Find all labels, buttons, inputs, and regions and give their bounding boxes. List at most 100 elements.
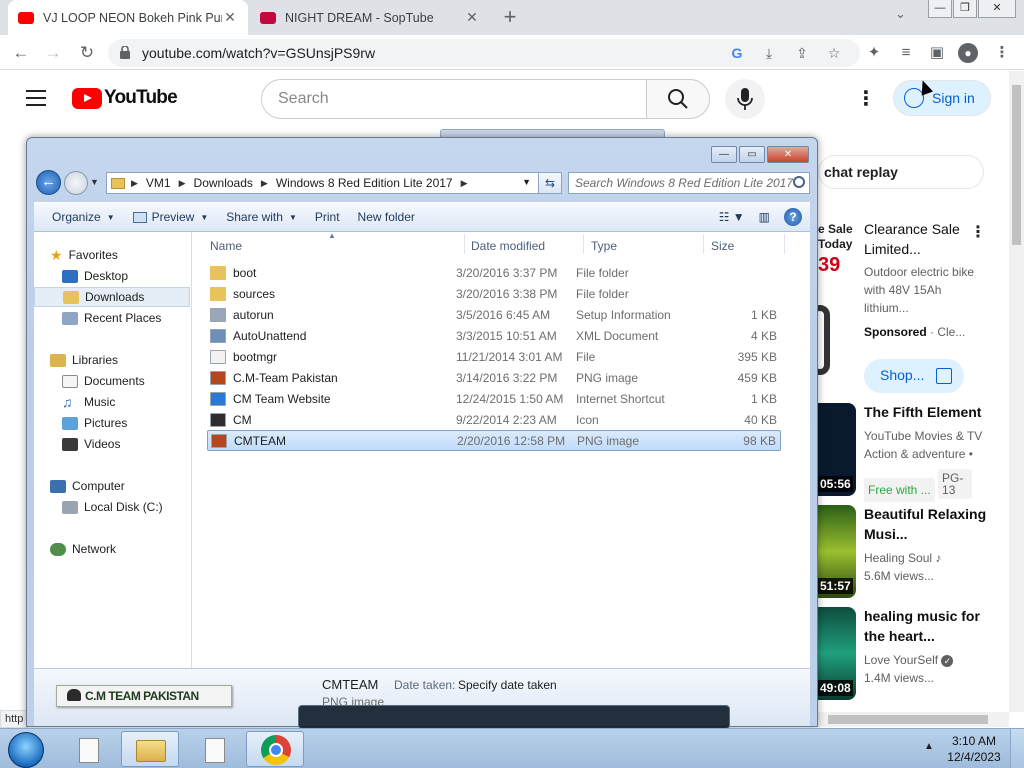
taskbar-chrome[interactable] [246, 731, 304, 767]
file-row[interactable]: AutoUnattend 3/3/2015 10:51 AM XML Documen… [207, 325, 781, 346]
file-row[interactable]: sources 3/20/2016 3:38 PM File folder [207, 283, 781, 304]
share-icon[interactable]: ⇪ [793, 44, 811, 62]
voice-search-button[interactable] [725, 79, 765, 119]
back-icon[interactable]: ← [10, 42, 32, 64]
search-button[interactable] [646, 79, 710, 119]
column-header-date[interactable]: Date modified [471, 239, 545, 253]
nav-recent-places[interactable]: Recent Places [62, 308, 161, 328]
nav-libraries[interactable]: Libraries [50, 350, 118, 370]
view-options-icon[interactable]: ☷ ▼ [719, 210, 745, 224]
tab-soptube[interactable]: NIGHT DREAM - SopTube ✕ [250, 0, 490, 35]
nav-local-disk[interactable]: Local Disk (C:) [62, 497, 163, 517]
nav-network[interactable]: Network [50, 539, 116, 559]
forward-icon[interactable]: → [42, 42, 64, 64]
file-row[interactable]: C.M-Team Pakistan 3/14/2016 3:22 PM PNG im… [207, 367, 781, 388]
minimize-button[interactable]: — [711, 146, 737, 163]
show-desktop-button[interactable] [1010, 729, 1024, 768]
file-row[interactable]: CM 9/22/2014 2:23 AM Icon 40 KB [207, 409, 781, 430]
share-with-button[interactable]: Share with ▼ [226, 210, 297, 224]
breadcrumb[interactable]: Downloads [194, 176, 253, 190]
help-icon[interactable]: ? [784, 208, 802, 226]
video-title[interactable]: healing music for the heart... [864, 606, 989, 646]
nav-documents[interactable]: Documents [62, 371, 145, 391]
tab-youtube[interactable]: VJ LOOP NEON Bokeh Pink Purpl ✕ [8, 0, 248, 35]
address-dropdown-icon[interactable]: ▼ [522, 177, 531, 187]
column-header-size[interactable]: Size [711, 239, 734, 253]
sign-in-button[interactable]: Sign in [893, 80, 991, 116]
shop-button[interactable]: Shop... [864, 359, 964, 393]
taskbar-notepad[interactable] [58, 731, 116, 767]
start-button[interactable] [8, 732, 44, 768]
close-tab-icon[interactable]: ✕ [222, 9, 238, 26]
extensions-icon[interactable]: ✦ [864, 43, 884, 63]
search-input[interactable]: Search [261, 79, 647, 119]
menu-icon[interactable] [26, 90, 46, 106]
file-row[interactable]: autorun 3/5/2016 6:45 AM Setup Information… [207, 304, 781, 325]
breadcrumb[interactable]: VM1 [146, 176, 171, 190]
scrollbar-thumb[interactable] [1012, 85, 1021, 245]
nav-favorites[interactable]: ★ Favorites [50, 245, 118, 265]
column-divider[interactable] [464, 234, 465, 254]
address-bar[interactable]: ▶ VM1 ▶ Downloads ▶ Windows 8 Red Editio… [106, 172, 562, 194]
date-taken-value[interactable]: Specify date taken [458, 678, 557, 692]
close-button[interactable]: ✕ [767, 146, 809, 163]
video-thumbnail[interactable]: 51:57 [818, 505, 856, 598]
search-input[interactable]: Search Windows 8 Red Edition Lite 2017 [568, 172, 810, 194]
side-panel-icon[interactable]: ▣ [927, 43, 947, 63]
bookmark-star-icon[interactable]: ☆ [825, 44, 843, 62]
close-tab-icon[interactable]: ✕ [464, 9, 480, 26]
more-actions-icon[interactable]: ⋮ [970, 222, 986, 242]
google-lens-icon[interactable]: G [728, 44, 746, 62]
file-row[interactable]: bootmgr 11/21/2014 3:01 AM File 395 KB [207, 346, 781, 367]
video-thumbnail[interactable]: 05:56 [818, 403, 856, 496]
video-title[interactable]: Beautiful Relaxing Musi... [864, 504, 989, 544]
column-divider[interactable] [583, 234, 584, 254]
column-header-name[interactable]: Name [210, 239, 242, 253]
recent-pages-icon[interactable]: ▼ [90, 177, 99, 187]
chrome-menu-icon[interactable]: ⋮ [992, 43, 1012, 63]
system-clock[interactable]: 3:10 AM 12/4/2023 [942, 733, 1006, 765]
video-channel[interactable]: YouTube Movies & TV [864, 427, 994, 445]
restore-button[interactable]: ❐ [953, 0, 977, 18]
column-divider[interactable] [703, 234, 704, 254]
file-row[interactable]: boot 3/20/2016 3:37 PM File folder [207, 262, 781, 283]
settings-menu-icon[interactable]: ⋮ [856, 87, 876, 111]
minimize-button[interactable]: — [928, 0, 952, 18]
media-control-icon[interactable]: ≡ [896, 43, 916, 63]
new-tab-button[interactable]: + [498, 4, 522, 30]
nav-downloads[interactable]: Downloads [34, 287, 190, 307]
nav-pictures[interactable]: Pictures [62, 413, 127, 433]
organize-button[interactable]: Organize ▼ [52, 210, 115, 224]
column-divider[interactable] [784, 234, 785, 254]
video-channel[interactable]: Love YourSelf ✓ [864, 651, 994, 669]
preview-pane-icon[interactable]: ▥ [759, 210, 770, 224]
column-header-type[interactable]: Type [591, 239, 617, 253]
install-app-icon[interactable]: ⤓ [760, 44, 778, 62]
file-row[interactable]: CMTEAM 2/20/2016 12:58 PM PNG image 98 KB [207, 430, 781, 451]
print-button[interactable]: Print [315, 210, 340, 224]
horizontal-scrollbar[interactable] [818, 712, 1009, 727]
ad-title[interactable]: Clearance Sale Limited... [864, 219, 974, 259]
video-thumbnail[interactable]: 49:08 [818, 607, 856, 700]
taskbar-explorer[interactable] [121, 731, 179, 767]
video-channel[interactable]: Healing Soul ♪ [864, 549, 994, 567]
reload-icon[interactable]: ↻ [76, 42, 98, 64]
nav-music[interactable]: ♫ Music [62, 392, 115, 412]
youtube-logo[interactable]: YouTube [72, 87, 178, 109]
video-title[interactable]: The Fifth Element [864, 402, 989, 422]
maximize-button[interactable]: ▭ [739, 146, 765, 163]
refresh-icon[interactable]: ⇆ [538, 172, 562, 194]
address-bar[interactable]: youtube.com/watch?v=GSUnsjPS9rw G ⤓ ⇪ ☆ [108, 39, 860, 67]
close-window-button[interactable]: ✕ [978, 0, 1016, 18]
nav-videos[interactable]: Videos [62, 434, 120, 454]
nav-desktop[interactable]: Desktop [62, 266, 128, 286]
back-icon[interactable]: ← [36, 170, 61, 195]
profile-icon[interactable]: ● [958, 43, 978, 63]
preview-button[interactable]: Preview ▼ [132, 210, 208, 224]
tab-search-icon[interactable]: ⌄ [895, 6, 906, 22]
breadcrumb[interactable]: Windows 8 Red Edition Lite 2017 [276, 176, 453, 190]
chat-replay-button[interactable]: chat replay [818, 155, 984, 189]
taskbar-document[interactable] [184, 731, 242, 767]
file-row[interactable]: CM Team Website 12/24/2015 1:50 AM Interne… [207, 388, 781, 409]
show-hidden-icons-icon[interactable]: ▲ [924, 741, 934, 752]
